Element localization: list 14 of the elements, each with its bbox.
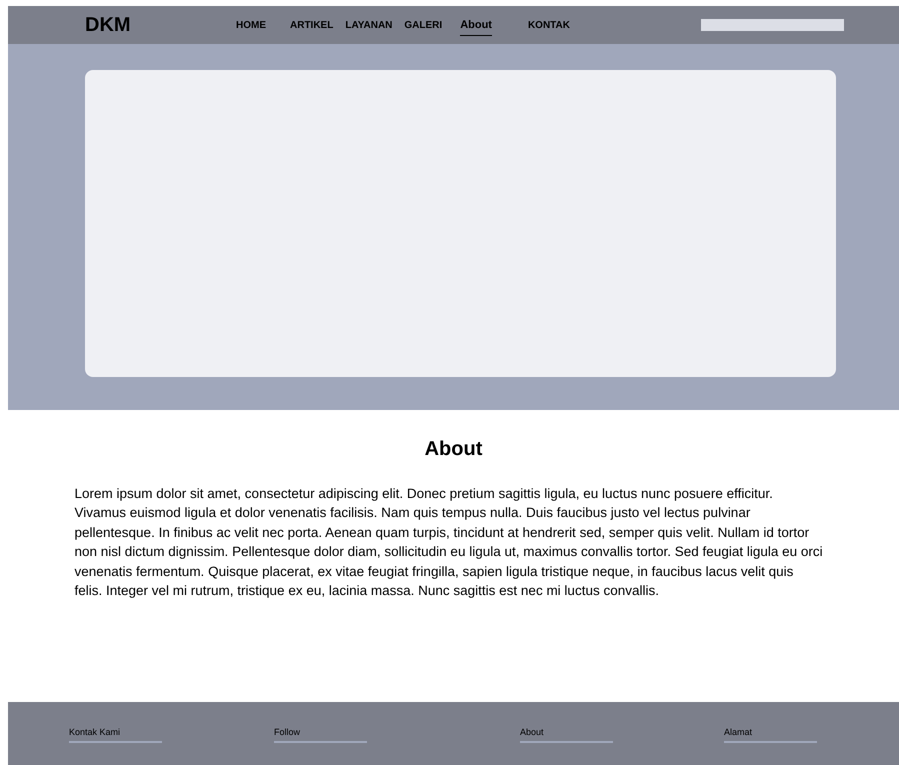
footer-heading: Kontak Kami [69,726,162,742]
nav-link[interactable]: ARTIKEL [290,18,334,32]
logo[interactable]: DKM [85,10,185,40]
nav-link[interactable]: LAYANAN [345,18,392,32]
nav-link[interactable]: HOME [236,18,266,32]
nav-link[interactable]: About [460,16,492,36]
footer-heading: Follow [274,726,367,742]
section-title: About [424,437,482,462]
footer-heading: Alamat [724,726,817,742]
nav-link[interactable]: GALERI [404,18,442,32]
search-field[interactable] [701,19,844,31]
footer-heading: About [520,726,613,742]
nav-link[interactable]: KONTAK [528,18,570,32]
about-paragraph: Lorem ipsum dolor sit amet, consectetur adipiscing elit. Donec pretium sagittis ligula, eu luctus nunc posuere efficitur. Vivamus euismod ligula et dolor venenatis facilisis. Nam quis tempus nulla. Duis faucibus justo vel lectus pulvinar pellentesque. In finibus ac velit nec porta. Aenean quam turpis, tincidunt at hendrerit sed, semper quis velit. Nullam id tortor non nisl dictum dignissim. Pellentesque dolor diam, sollicitudin eu ligula ut, maximus convallis tortor. Sed feugiat ligula eu orci venenatis fermentum. Quisque placerat, ex vitae feugiat fringilla, sapien ligula tristique neque, in faucibus lacus velit quis felis. Integer vel mi rutrum, tristique ex eu, lacinia massa. Nunc sagittis est nec mi luctus convallis. [74,485,824,600]
